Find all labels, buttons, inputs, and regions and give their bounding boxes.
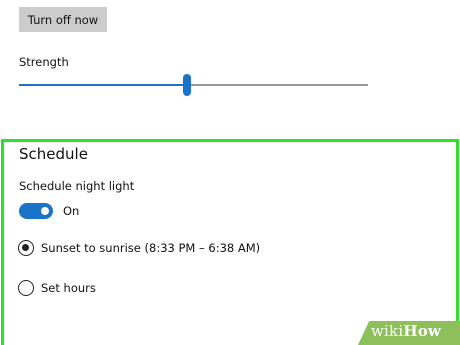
set-hours-radio[interactable] xyxy=(18,280,34,296)
schedule-heading: Schedule xyxy=(19,145,88,163)
schedule-night-light-label: Schedule night light xyxy=(19,179,135,193)
radio-selected-dot xyxy=(22,244,29,251)
strength-slider[interactable] xyxy=(19,74,368,96)
watermark-how: How xyxy=(403,322,442,340)
sunset-to-sunrise-label[interactable]: Sunset to sunrise (8:33 PM – 6:38 AM) xyxy=(41,241,260,255)
wikihow-watermark: wikiHow xyxy=(371,322,441,340)
night-light-settings: Turn off now Strength Schedule Schedule … xyxy=(0,0,460,345)
slider-fill xyxy=(19,84,187,86)
turn-off-now-button[interactable]: Turn off now xyxy=(19,7,107,32)
slider-thumb[interactable] xyxy=(182,74,191,96)
watermark-wiki: wiki xyxy=(371,322,404,340)
toggle-state-label: On xyxy=(63,204,80,218)
schedule-toggle[interactable] xyxy=(19,203,53,219)
toggle-knob xyxy=(41,207,49,215)
sunset-to-sunrise-radio[interactable] xyxy=(18,240,34,256)
set-hours-label[interactable]: Set hours xyxy=(41,281,96,295)
strength-label: Strength xyxy=(19,55,69,69)
